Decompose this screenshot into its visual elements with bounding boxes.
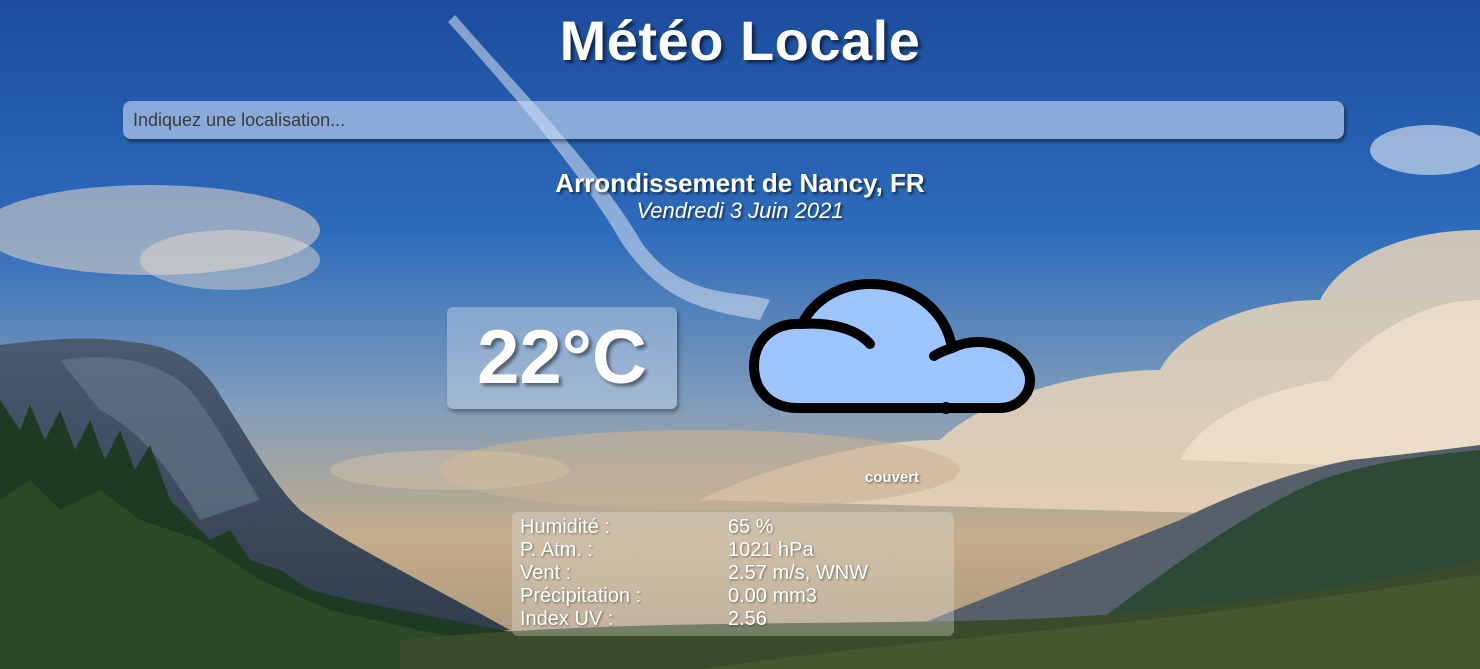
detail-row-wind: Vent : 2.57 m/s, WNW (520, 562, 946, 585)
current-date: Vendredi 3 Juin 2021 (636, 198, 844, 223)
page-title: Météo Locale (559, 9, 921, 72)
detail-value: 0.00 mm3 (728, 585, 817, 607)
detail-value: 2.56 (728, 608, 767, 630)
cloud-icon (749, 279, 1035, 414)
detail-label: P. Atm. : (520, 539, 593, 561)
detail-label: Humidité : (520, 516, 611, 538)
detail-label: Vent : (520, 562, 572, 584)
detail-row-pressure: P. Atm. : 1021 hPa (520, 539, 946, 562)
weather-details-table: Humidité : 65 % P. Atm. : 1021 hPa Vent … (520, 516, 946, 631)
detail-row-humidity: Humidité : 65 % (520, 516, 946, 539)
location-search-input[interactable] (123, 101, 1344, 139)
temperature-value: 22°C (477, 315, 647, 400)
weather-details-panel: Humidité : 65 % P. Atm. : 1021 hPa Vent … (512, 512, 954, 636)
detail-label: Index UV : (520, 608, 614, 630)
detail-row-precipitation: Précipitation : 0.00 mm3 (520, 585, 946, 608)
detail-value: 2.57 m/s, WNW (728, 562, 869, 584)
detail-label: Précipitation : (520, 585, 642, 607)
detail-row-uv-index: Index UV : 2.56 (520, 608, 946, 631)
weather-app: Météo Locale Arrondissement de Nancy, FR… (0, 0, 1480, 669)
weather-condition: couvert (864, 469, 920, 486)
detail-value: 65 % (728, 516, 774, 538)
detail-value: 1021 hPa (728, 539, 814, 561)
temperature-panel: 22°C (447, 307, 677, 409)
location-name: Arrondissement de Nancy, FR (555, 168, 925, 198)
